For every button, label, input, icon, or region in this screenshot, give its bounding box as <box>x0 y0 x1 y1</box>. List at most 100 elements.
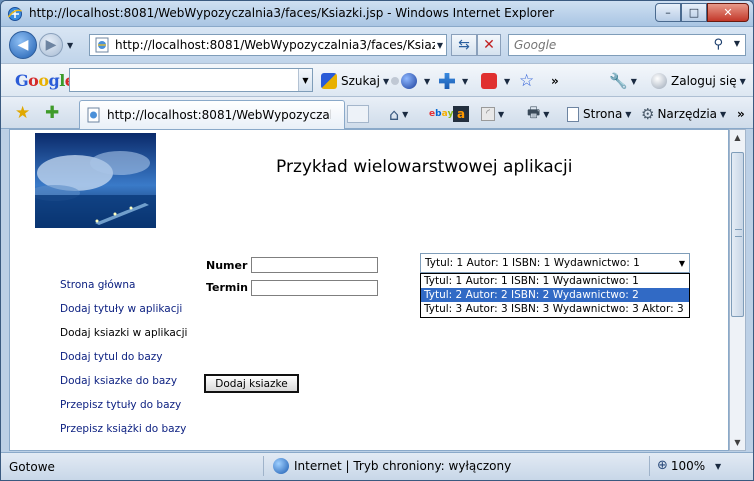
search-input[interactable] <box>514 38 709 52</box>
tools-menu-button[interactable]: ⚙ Narzędzia ▼ <box>641 105 726 123</box>
address-dropdown-icon[interactable]: ▼ <box>433 34 447 56</box>
home-button[interactable]: ⌂ ▼ <box>389 105 408 124</box>
status-divider <box>263 456 264 476</box>
numer-label: Numer <box>206 259 248 272</box>
page-heading: Przykład wielowarstwowej aplikacji <box>276 157 573 177</box>
wrench-icon: 🔧 <box>609 72 628 90</box>
google-g-icon <box>321 73 337 89</box>
select-option[interactable]: Tytul: 3 Autor: 3 ISBN: 3 Wydawnictwo: 3… <box>421 302 689 316</box>
select-option[interactable]: Tytul: 1 Autor: 1 ISBN: 1 Wydawnictwo: 1 <box>421 274 689 288</box>
nav-link-copy-titles-db[interactable]: Przepisz tytuły do bazy <box>60 399 181 411</box>
maximize-button[interactable]: □ <box>681 3 707 22</box>
scroll-down-icon[interactable]: ▼ <box>730 435 745 450</box>
browser-window: http://localhost:8081/WebWypozyczalnia3/… <box>0 0 754 481</box>
chevron-down-icon: ▼ <box>630 76 637 86</box>
book-title-select[interactable]: Tytul: 1 Autor: 1 ISBN: 1 Wydawnictwo: 1… <box>420 253 690 273</box>
google-search-field[interactable]: ▼ <box>69 68 313 92</box>
chevron-down-icon: ▼ <box>720 109 727 119</box>
toolbar-more-button[interactable]: » <box>551 72 559 90</box>
nav-link-add-books-app[interactable]: Dodaj ksiazki w aplikacji <box>60 327 187 339</box>
page-menu-label: Strona <box>583 107 623 121</box>
google-plus-button[interactable]: ▼ <box>439 72 468 90</box>
chevron-down-icon: ▼ <box>462 76 469 86</box>
recent-pages-dropdown-icon[interactable]: ▼ <box>67 41 73 50</box>
scroll-up-icon[interactable]: ▲ <box>730 130 745 145</box>
feeds-button[interactable]: ◜ ▼ <box>481 105 504 123</box>
forward-arrow-icon: ▶ <box>45 37 57 53</box>
user-circle-icon <box>651 73 667 89</box>
chevron-down-icon: ▼ <box>382 76 390 86</box>
select-options-list: Tytul: 1 Autor: 1 ISBN: 1 Wydawnictwo: 1… <box>420 273 690 318</box>
zoom-dropdown-icon[interactable]: ▼ <box>715 462 721 471</box>
zoom-icon: ⊕ <box>657 458 668 473</box>
status-divider <box>649 456 650 476</box>
title-bar: http://localhost:8081/WebWypozyczalnia3/… <box>1 1 753 27</box>
nav-link-home[interactable]: Strona główna <box>60 279 135 291</box>
rss-feed-icon: ◜ <box>481 107 495 121</box>
amazon-icon[interactable]: a <box>453 105 469 123</box>
url-input[interactable] <box>115 38 435 52</box>
printer-icon: 🖶 <box>527 105 541 121</box>
chevron-down-icon: ▼ <box>678 259 685 268</box>
security-zone[interactable]: Internet | Tryb chroniony: wyłączony <box>273 458 511 474</box>
minimize-button[interactable]: – <box>655 3 681 22</box>
search-icon[interactable]: ⚲ <box>713 37 723 52</box>
grip-icon <box>735 229 742 237</box>
nav-link-copy-books-db[interactable]: Przepisz książki do bazy <box>60 423 186 435</box>
google-settings-button[interactable]: 🔧 ▼ <box>609 72 637 90</box>
select-value: Tytul: 1 Autor: 1 ISBN: 1 Wydawnictwo: 1 <box>425 257 640 269</box>
google-signin-button[interactable]: Zaloguj się ▼ <box>651 72 746 90</box>
chevron-down-icon: ▼ <box>543 109 550 119</box>
chevron-down-icon: ▼ <box>498 109 505 119</box>
window-controls: – □ ✕ <box>655 3 749 23</box>
close-button[interactable]: ✕ <box>707 3 749 22</box>
stop-button[interactable]: ✕ <box>477 34 501 56</box>
termin-field[interactable] <box>251 280 378 296</box>
page-icon <box>95 37 109 53</box>
bookmark-star-icon[interactable]: ☆ <box>519 71 534 91</box>
google-search-dropdown-icon[interactable]: ▼ <box>298 69 312 91</box>
nav-link-add-titles-app[interactable]: Dodaj tytuły w aplikacji <box>60 303 182 315</box>
page-icon <box>567 106 579 122</box>
globe-icon <box>401 73 417 89</box>
gear-icon: ⚙ <box>641 105 655 123</box>
google-search-input[interactable] <box>70 69 296 91</box>
scrollbar-thumb[interactable] <box>731 152 744 317</box>
command-more-button[interactable]: » <box>737 105 745 123</box>
page-menu-button[interactable]: Strona ▼ <box>567 105 631 123</box>
page-icon <box>87 107 100 123</box>
back-arrow-icon: ◀ <box>17 37 29 53</box>
dot-icon <box>391 77 399 85</box>
zone-label: Internet | Tryb chroniony: wyłączony <box>294 459 512 473</box>
favorites-star-icon[interactable]: ★ <box>15 103 30 123</box>
print-button[interactable]: 🖶 ▼ <box>527 105 549 123</box>
add-book-button[interactable]: Dodaj ksiazke <box>204 374 299 393</box>
new-tab-button[interactable] <box>347 105 369 123</box>
back-button[interactable]: ◀ <box>9 31 37 59</box>
zoom-level: 100% <box>670 458 706 473</box>
refresh-button[interactable]: ⇆ <box>451 34 477 56</box>
address-bar[interactable] <box>89 34 447 56</box>
nav-link-add-book-db[interactable]: Dodaj ksiazke do bazy <box>60 375 177 387</box>
nav-link-add-title-db[interactable]: Dodaj tytul do bazy <box>60 351 162 363</box>
window-title: http://localhost:8081/WebWypozyczalnia3/… <box>29 6 555 20</box>
forward-button[interactable]: ▶ <box>39 33 63 57</box>
status-text: Gotowe <box>9 460 55 474</box>
refresh-icon: ⇆ <box>458 37 470 53</box>
tab-current-page[interactable]: http://localhost:8081/WebWypozyczalnia3.… <box>79 100 345 129</box>
vertical-scrollbar[interactable]: ▲ ▼ <box>729 129 746 451</box>
search-provider-dropdown-icon[interactable]: ▼ <box>734 39 740 48</box>
tab-row: ★ ✚ http://localhost:8081/WebWypozyczaln… <box>1 97 753 129</box>
numer-field[interactable] <box>251 257 378 273</box>
google-search-button[interactable]: Szukaj ▼ <box>321 72 389 90</box>
popup-blocker-button[interactable]: ▼ <box>481 72 510 90</box>
globe-icon <box>273 458 289 474</box>
stop-icon: ✕ <box>483 37 495 53</box>
search-box[interactable]: ⚲ ▼ <box>508 34 746 56</box>
google-news-button[interactable]: ▼ <box>391 72 430 90</box>
add-favorites-icon[interactable]: ✚ <box>45 103 59 123</box>
google-logo[interactable]: Google <box>15 71 75 90</box>
select-option-highlighted[interactable]: Tytul: 2 Autor: 2 ISBN: 2 Wydawnictwo: 2 <box>421 288 689 302</box>
zoom-control[interactable]: ⊕ 100% <box>657 458 705 473</box>
ebay-icon[interactable]: ebay <box>429 105 454 123</box>
